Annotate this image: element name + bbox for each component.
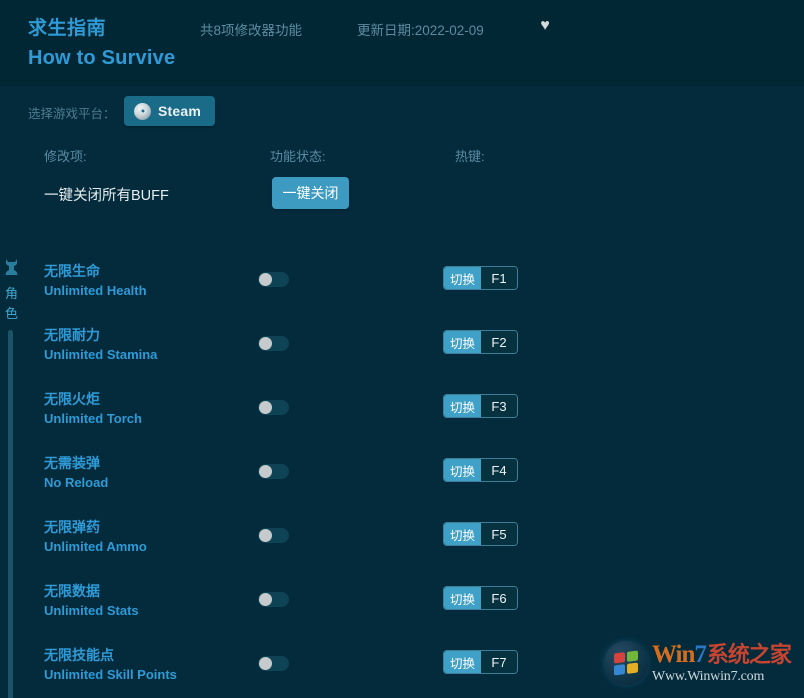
windows-flag	[614, 650, 638, 676]
cheat-labels: 无限数据 Unlimited Stats	[44, 582, 139, 620]
cheat-toggle[interactable]	[258, 656, 289, 671]
cheat-hotkey-button[interactable]: 切换 F2	[443, 330, 518, 354]
feature-count-label: 共8项修改器功能	[200, 23, 303, 38]
cheat-name-en: Unlimited Torch	[44, 411, 142, 427]
cheat-toggle[interactable]	[258, 592, 289, 607]
platform-label: 选择游戏平台：	[28, 107, 116, 121]
cheat-name-en: Unlimited Skill Points	[44, 667, 177, 683]
hotkey-action-label: 切换	[444, 459, 481, 481]
cheat-hotkey-button[interactable]: 切换 F6	[443, 586, 518, 610]
hotkey-key-label: F5	[481, 523, 517, 545]
watermark-text: Win 7 系统之家 Www.Winwin7.com	[652, 641, 792, 684]
cheat-hotkey-button[interactable]: 切换 F1	[443, 266, 518, 290]
cheat-name-cn: 无需装弹	[44, 455, 100, 471]
master-disable-label: 一键关闭所有BUFF	[44, 188, 169, 204]
cheat-name-en: No Reload	[44, 475, 109, 491]
cheat-toggle[interactable]	[258, 336, 289, 351]
cheat-toggle[interactable]	[258, 464, 289, 479]
hotkey-action-label: 切换	[444, 523, 481, 545]
flag-pane-red	[614, 652, 626, 664]
watermark-brand-win: Win	[652, 641, 695, 668]
cheat-hotkey-button[interactable]: 切换 F4	[443, 458, 518, 482]
flag-pane-yellow	[626, 662, 638, 674]
cheat-name-en: Unlimited Health	[44, 283, 147, 299]
cheat-labels: 无限火炬 Unlimited Torch	[44, 390, 142, 428]
flag-pane-blue	[614, 663, 626, 676]
cheat-labels: 无限耐力 Unlimited Stamina	[44, 326, 157, 364]
toggle-knob	[259, 529, 272, 542]
cheat-labels: 无限技能点 Unlimited Skill Points	[44, 646, 177, 684]
toggle-knob	[259, 593, 272, 606]
column-header-status: 功能状态:	[270, 149, 326, 164]
column-header-hotkey: 热键:	[455, 149, 485, 164]
hotkey-action-label: 切换	[444, 395, 481, 417]
cheat-hotkey-button[interactable]: 切换 F7	[443, 650, 518, 674]
game-title-en: How to Survive	[28, 47, 176, 69]
windows-logo-icon	[604, 641, 648, 685]
toggle-knob	[259, 337, 272, 350]
hotkey-action-label: 切换	[444, 331, 481, 353]
hotkey-key-label: F3	[481, 395, 517, 417]
cheat-name-en: Unlimited Stats	[44, 603, 139, 619]
cheat-toggle[interactable]	[258, 400, 289, 415]
heart-icon[interactable]: ♥	[536, 17, 554, 35]
cheat-name-cn: 无限耐力	[44, 327, 100, 343]
toggle-knob	[259, 273, 272, 286]
cheat-name-cn: 无限火炬	[44, 391, 100, 407]
cheat-toggle[interactable]	[258, 272, 289, 287]
flag-pane-green	[626, 650, 638, 663]
hotkey-key-label: F1	[481, 267, 517, 289]
table-row: 无限耐力 Unlimited Stamina 切换 F2	[0, 316, 804, 380]
table-row: 无限生命 Unlimited Health 切换 F1	[0, 252, 804, 316]
cheat-name-cn: 无限数据	[44, 583, 100, 599]
cheat-name-cn: 无限生命	[44, 263, 100, 279]
watermark-brand-cn: 系统之家	[706, 642, 792, 667]
watermark-url: Www.Winwin7.com	[652, 669, 765, 684]
hotkey-key-label: F6	[481, 587, 517, 609]
platform-steam-label: Steam	[158, 103, 202, 119]
cheat-toggle[interactable]	[258, 528, 289, 543]
cheat-hotkey-button[interactable]: 切换 F5	[443, 522, 518, 546]
hotkey-key-label: F4	[481, 459, 517, 481]
toggle-knob	[259, 401, 272, 414]
watermark-brand-line: Win 7 系统之家	[652, 641, 792, 668]
platform-steam-button[interactable]: Steam	[124, 96, 216, 126]
toggle-knob	[259, 465, 272, 478]
table-row: 无需装弹 No Reload 切换 F4	[0, 444, 804, 508]
site-watermark: Win 7 系统之家 Www.Winwin7.com	[604, 632, 800, 694]
cheat-trainer-window: 求生指南 How to Survive 共8项修改器功能 更新日期:2022-0…	[0, 0, 804, 698]
column-header-item: 修改项:	[44, 149, 87, 164]
cheat-labels: 无需装弹 No Reload	[44, 454, 108, 492]
table-row: 无限火炬 Unlimited Torch 切换 F3	[0, 380, 804, 444]
cheat-labels: 无限弹药 Unlimited Ammo	[44, 518, 147, 556]
toggle-knob	[259, 657, 272, 670]
game-title-cn: 求生指南	[28, 18, 107, 39]
cheat-labels: 无限生命 Unlimited Health	[44, 262, 147, 300]
hotkey-action-label: 切换	[444, 587, 481, 609]
hotkey-key-label: F7	[481, 651, 517, 673]
hotkey-action-label: 切换	[444, 651, 481, 673]
cheat-name-en: Unlimited Stamina	[44, 347, 158, 363]
cheat-hotkey-button[interactable]: 切换 F3	[443, 394, 518, 418]
hotkey-action-label: 切换	[444, 267, 481, 289]
cheat-name-en: Unlimited Ammo	[44, 539, 147, 555]
cheat-name-cn: 无限弹药	[44, 519, 100, 535]
watermark-brand-seven: 7	[694, 641, 707, 668]
steam-icon	[134, 102, 151, 120]
update-date-label: 更新日期:2022-02-09	[357, 23, 484, 38]
cheat-name-cn: 无限技能点	[44, 647, 114, 663]
table-row: 无限弹药 Unlimited Ammo 切换 F5	[0, 508, 804, 572]
master-disable-button[interactable]: 一键关闭	[272, 177, 349, 209]
app-header: 求生指南 How to Survive 共8项修改器功能 更新日期:2022-0…	[0, 0, 804, 86]
hotkey-key-label: F2	[481, 331, 517, 353]
table-row: 无限数据 Unlimited Stats 切换 F6	[0, 572, 804, 636]
